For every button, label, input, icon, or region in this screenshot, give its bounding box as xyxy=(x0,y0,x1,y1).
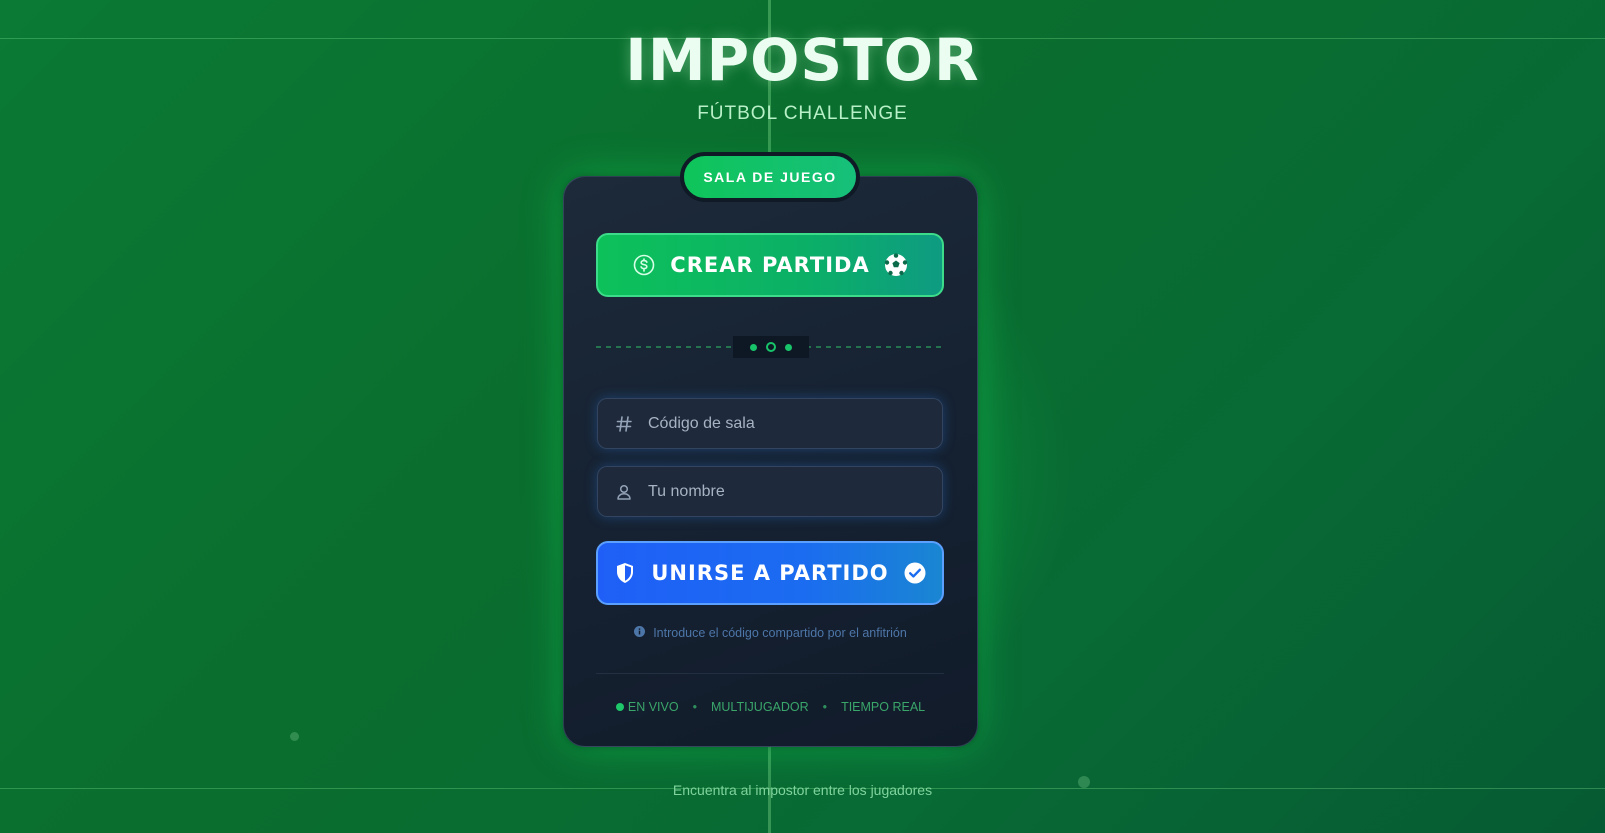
create-game-button[interactable]: CREAR PARTIDA xyxy=(596,233,944,297)
dollar-circle-icon xyxy=(632,253,656,277)
tag-separator: • xyxy=(822,700,828,714)
card-footer-divider xyxy=(596,673,944,674)
join-game-button[interactable]: UNIRSE A PARTIDO xyxy=(596,541,944,605)
room-code-field[interactable]: Código de sala xyxy=(597,398,943,449)
join-hint: Introduce el código compartido por el an… xyxy=(563,626,978,640)
realtime-tag: TIEMPO REAL xyxy=(841,700,926,714)
app-title: IMPOSTOR xyxy=(625,26,980,94)
player-name-placeholder: Tu nombre xyxy=(648,482,725,500)
join-hint-text: Introduce el código compartido por el an… xyxy=(653,626,907,640)
live-tag: EN VIVO xyxy=(615,700,679,714)
soccer-ball-icon xyxy=(884,253,908,277)
hash-icon xyxy=(614,414,634,434)
divider-dot xyxy=(785,343,792,351)
tag-separator: • xyxy=(692,700,697,714)
player-name-field[interactable]: Tu nombre xyxy=(597,466,943,517)
footer-tagline: Encuentra al impostor entre los jugadore… xyxy=(672,782,933,798)
shield-icon xyxy=(613,561,637,585)
room-badge: SALA DE JUEGO xyxy=(680,152,860,202)
status-tags: EN VIVO • MULTIJUGADOR • TIEMPO REAL xyxy=(563,700,978,714)
room-code-placeholder: Código de sala xyxy=(648,414,755,432)
app-subtitle: FÚTBOL CHALLENGE xyxy=(697,103,908,124)
join-game-label: UNIRSE A PARTIDO xyxy=(651,561,889,585)
live-indicator-dot xyxy=(615,703,624,711)
divider-ornament xyxy=(733,336,809,358)
user-icon xyxy=(614,482,634,502)
info-icon xyxy=(634,626,646,640)
divider-dot xyxy=(750,343,757,351)
create-game-label: CREAR PARTIDA xyxy=(670,253,870,277)
divider-ring xyxy=(766,342,776,352)
multiplayer-tag: MULTIJUGADOR xyxy=(710,700,809,714)
check-circle-icon xyxy=(903,561,927,585)
decor-dot xyxy=(290,732,299,741)
